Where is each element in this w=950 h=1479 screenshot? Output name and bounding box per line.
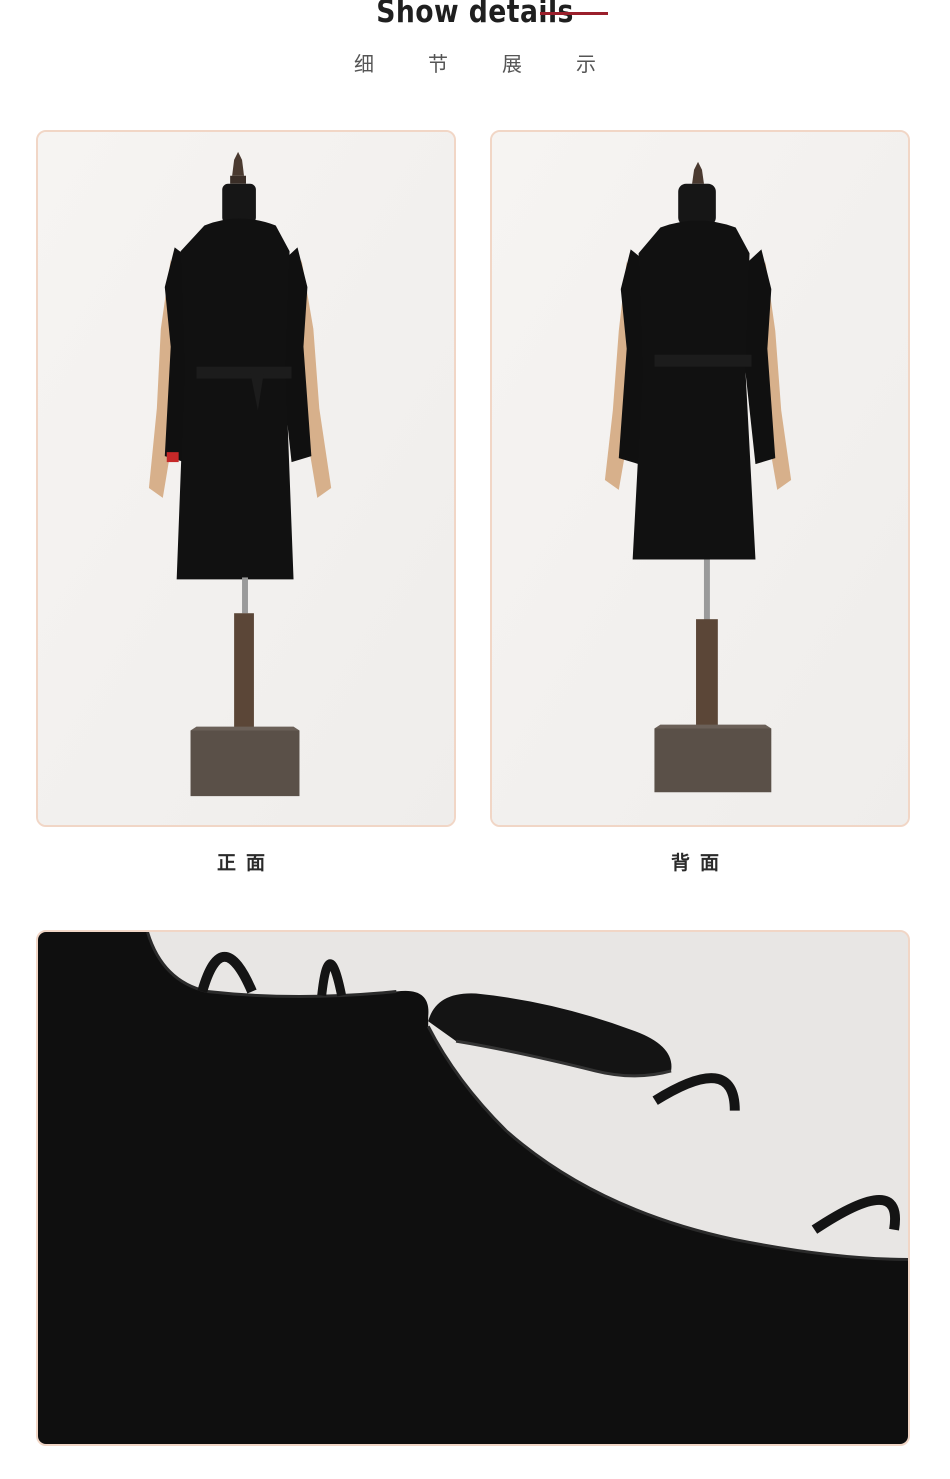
back-view-photo: [490, 130, 910, 827]
mannequin-front-image: [38, 132, 454, 825]
subtitle-char: 节: [428, 52, 448, 76]
mannequin-back-image: [492, 132, 908, 825]
subtitle-char: 示: [576, 52, 596, 76]
neckline-detail-photo: [36, 930, 910, 1446]
back-caption: 背面: [670, 852, 729, 874]
subtitle-char: 展: [502, 52, 522, 76]
subtitle-char: 细: [354, 52, 374, 76]
heading-accent-line: [540, 12, 608, 15]
front-view-photo: [36, 130, 456, 827]
section-heading: Show details: [0, 0, 950, 40]
neckline-closeup-image: [38, 932, 908, 1444]
front-caption: 正面: [216, 852, 275, 874]
heading-title: Show details: [376, 0, 574, 30]
heading-subtitle: 细 节 展 示: [0, 48, 950, 77]
